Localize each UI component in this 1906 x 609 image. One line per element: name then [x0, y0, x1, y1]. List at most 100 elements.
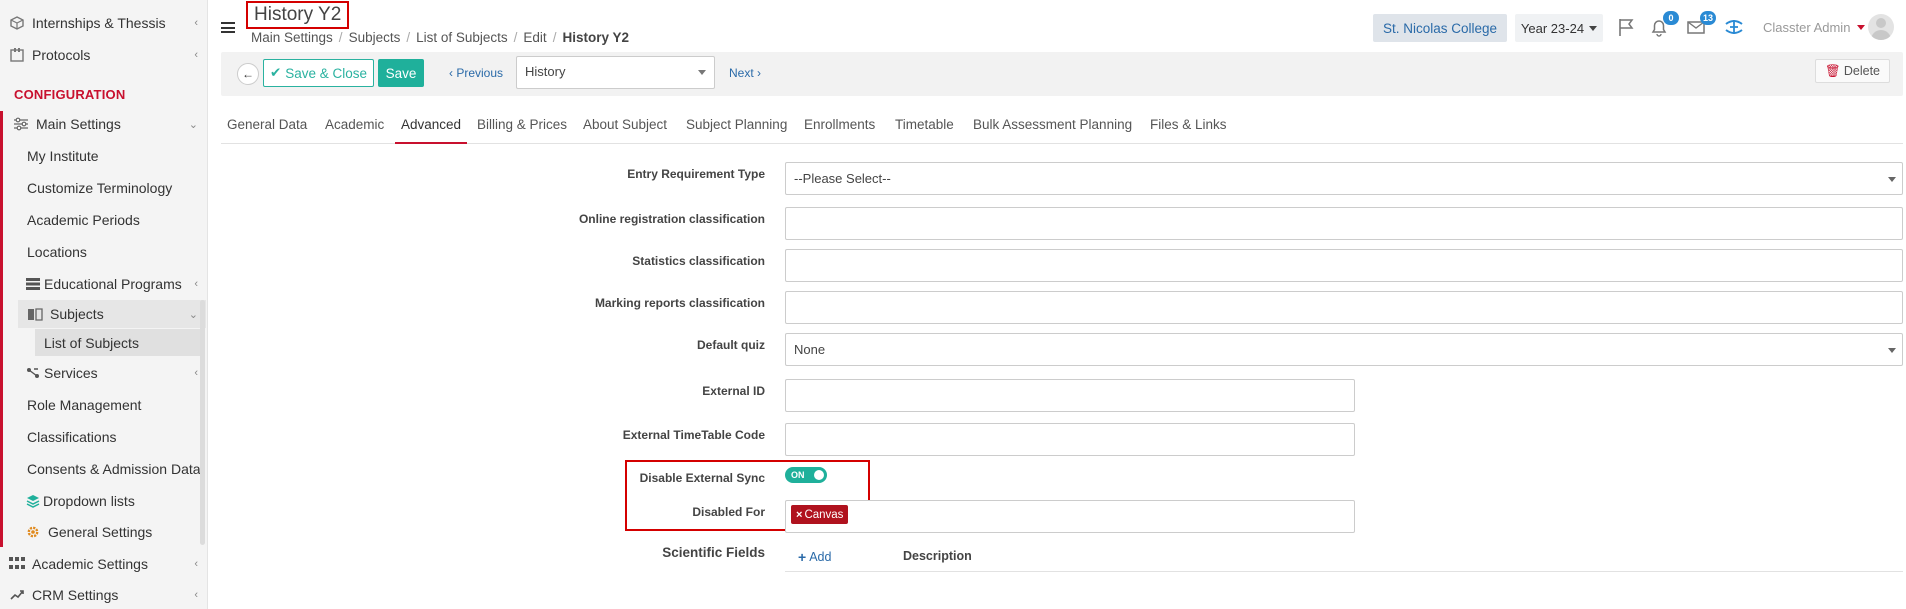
sidebar-item-label: Educational Programs	[44, 276, 182, 292]
default-quiz-label: Default quiz	[697, 338, 765, 352]
sidebar-item-label: Subjects	[50, 306, 104, 322]
sidebar-item-internships[interactable]: Internships & Thessis ‹	[0, 9, 208, 37]
breadcrumb-item[interactable]: Edit	[523, 30, 546, 45]
sidebar-section-title: CONFIGURATION	[14, 87, 126, 102]
sync-icon[interactable]	[1722, 15, 1746, 39]
statistics-classification-field[interactable]	[785, 249, 1903, 282]
caret-down-icon	[1589, 25, 1598, 31]
sidebar-item-subjects[interactable]: Subjects ⌄	[18, 300, 206, 328]
chevron-left-icon: ‹	[194, 17, 198, 29]
sidebar-item-role-management[interactable]: Role Management	[0, 391, 208, 419]
add-label: Add	[809, 550, 832, 564]
sidebar-item-label: Consents & Admission Data	[27, 461, 201, 477]
sidebar-item-label: Services	[44, 365, 98, 381]
sidebar-item-label: Customize Terminology	[27, 180, 173, 196]
entry-requirement-type-select[interactable]: --Please Select--	[785, 162, 1903, 195]
delete-label: Delete	[1843, 64, 1880, 78]
mail-icon[interactable]: 13	[1684, 11, 1716, 39]
caret-down-icon[interactable]	[1857, 25, 1865, 30]
default-quiz-value: None	[794, 342, 826, 357]
marking-reports-classification-field[interactable]	[785, 291, 1903, 324]
sidebar-item-list-of-subjects[interactable]: List of Subjects	[35, 329, 200, 356]
add-scientific-field-button[interactable]: + Add	[798, 549, 831, 565]
bell-icon[interactable]: 0	[1647, 11, 1679, 39]
disabled-for-tag: × Canvas	[791, 505, 849, 524]
sidebar-item-academic-settings[interactable]: Academic Settings ‹	[0, 550, 208, 578]
next-link[interactable]: Next ›	[729, 66, 761, 80]
caret-down-icon	[1888, 177, 1896, 182]
sidebar-item-general-settings[interactable]: General Settings	[0, 518, 208, 546]
sidebar-item-academic-periods[interactable]: Academic Periods	[0, 206, 208, 234]
tab-about-subject[interactable]: About Subject	[583, 117, 667, 144]
sidebar-item-main-settings[interactable]: Main Settings ⌄	[0, 110, 208, 138]
breadcrumb-item[interactable]: Main Settings	[251, 30, 333, 45]
online-registration-classification-field[interactable]	[785, 207, 1903, 240]
external-id-label: External ID	[702, 384, 765, 398]
tab-subject-planning[interactable]: Subject Planning	[686, 117, 787, 144]
sidebar-item-label: Dropdown lists	[43, 493, 135, 509]
scientific-fields-label: Scientific Fields	[662, 545, 765, 560]
sidebar-item-crm-settings[interactable]: CRM Settings ‹	[0, 581, 208, 609]
caret-down-icon	[1888, 348, 1896, 353]
entry-requirement-type-label: Entry Requirement Type	[627, 167, 765, 181]
grid-icon	[8, 555, 26, 573]
sidebar-item-label: Protocols	[32, 47, 91, 63]
breadcrumb-separator: /	[338, 30, 343, 45]
tab-enrollments[interactable]: Enrollments	[804, 117, 875, 144]
user-name[interactable]: Classter Admin	[1763, 20, 1850, 35]
breadcrumb: Main Settings / Subjects / List of Subje…	[251, 30, 629, 45]
tab-bar: General Data Academic Advanced Billing &…	[221, 117, 1903, 144]
tab-bulk-assessment-planning[interactable]: Bulk Assessment Planning	[973, 117, 1132, 144]
subject-select-value: History	[525, 64, 566, 79]
tab-timetable[interactable]: Timetable	[895, 117, 954, 144]
protocols-icon	[8, 46, 26, 64]
sidebar-item-label: Internships & Thessis	[32, 15, 166, 31]
breadcrumb-item[interactable]: Subjects	[349, 30, 401, 45]
external-timetable-code-label: External TimeTable Code	[622, 428, 765, 442]
year-selector[interactable]: Year 23-24	[1515, 14, 1603, 42]
back-arrow-icon[interactable]: ←	[237, 63, 259, 85]
external-id-field[interactable]	[785, 379, 1355, 412]
sidebar-item-customize-terminology[interactable]: Customize Terminology	[0, 174, 208, 202]
disabled-for-multiselect[interactable]	[785, 500, 1355, 533]
chevron-left-icon: ‹	[194, 558, 198, 570]
chevron-left-icon: ‹	[449, 66, 453, 80]
sidebar-item-label: List of Subjects	[44, 334, 139, 351]
external-timetable-code-field[interactable]	[785, 423, 1355, 456]
avatar[interactable]	[1868, 14, 1894, 40]
previous-link[interactable]: ‹ Previous	[449, 66, 503, 80]
programs-icon	[24, 275, 42, 293]
tab-billing-prices[interactable]: Billing & Prices	[477, 117, 567, 144]
default-quiz-select[interactable]: None	[785, 333, 1903, 366]
delete-button[interactable]: 🗑 Delete	[1815, 59, 1890, 83]
toggle-state-label: ON	[791, 470, 805, 480]
disable-external-sync-toggle[interactable]: ON	[785, 467, 827, 483]
chevron-left-icon: ‹	[194, 278, 198, 290]
tab-advanced[interactable]: Advanced	[395, 117, 468, 144]
sidebar-item-consents-admission[interactable]: Consents & Admission Data	[0, 455, 208, 483]
box-icon	[8, 14, 26, 32]
flag-icon[interactable]	[1614, 15, 1638, 39]
remove-tag-icon[interactable]: ×	[796, 509, 802, 521]
tab-academic[interactable]: Academic	[325, 117, 384, 144]
sidebar-item-protocols[interactable]: Protocols ‹	[0, 41, 208, 69]
save-button[interactable]: Save	[378, 59, 424, 87]
college-selector[interactable]: St. Nicolas College	[1373, 14, 1507, 42]
sidebar-item-classifications[interactable]: Classifications	[0, 423, 208, 451]
sidebar-item-dropdown-lists[interactable]: Dropdown lists	[0, 487, 208, 515]
subject-select[interactable]: History	[516, 56, 715, 89]
sidebar-item-my-institute[interactable]: My Institute	[0, 142, 208, 170]
sidebar-item-services[interactable]: Services ‹	[0, 359, 208, 387]
sidebar-scrollbar[interactable]	[200, 300, 205, 545]
disabled-for-label: Disabled For	[692, 505, 765, 519]
sidebar-item-locations[interactable]: Locations	[0, 238, 208, 266]
breadcrumb-separator: /	[406, 30, 411, 45]
chevron-left-icon: ‹	[194, 49, 198, 61]
breadcrumb-separator: /	[513, 30, 518, 45]
sidebar-item-educational-programs[interactable]: Educational Programs ‹	[0, 270, 208, 298]
breadcrumb-item[interactable]: List of Subjects	[416, 30, 508, 45]
tab-general-data[interactable]: General Data	[227, 117, 307, 144]
save-close-button[interactable]: ✔ Save & Close	[263, 59, 374, 87]
tab-files-links[interactable]: Files & Links	[1150, 117, 1227, 144]
hamburger-menu-icon[interactable]	[221, 22, 235, 33]
